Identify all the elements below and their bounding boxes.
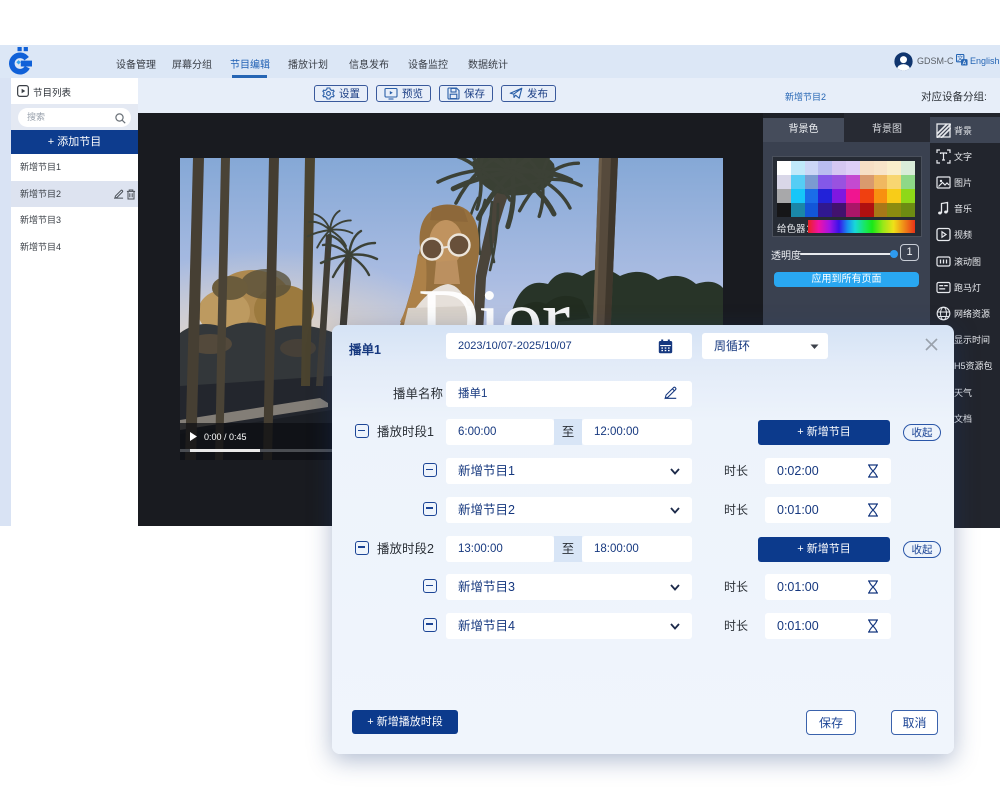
svg-text:A: A	[962, 60, 966, 66]
svg-text:0:00 / 0:45: 0:00 / 0:45	[204, 432, 247, 442]
